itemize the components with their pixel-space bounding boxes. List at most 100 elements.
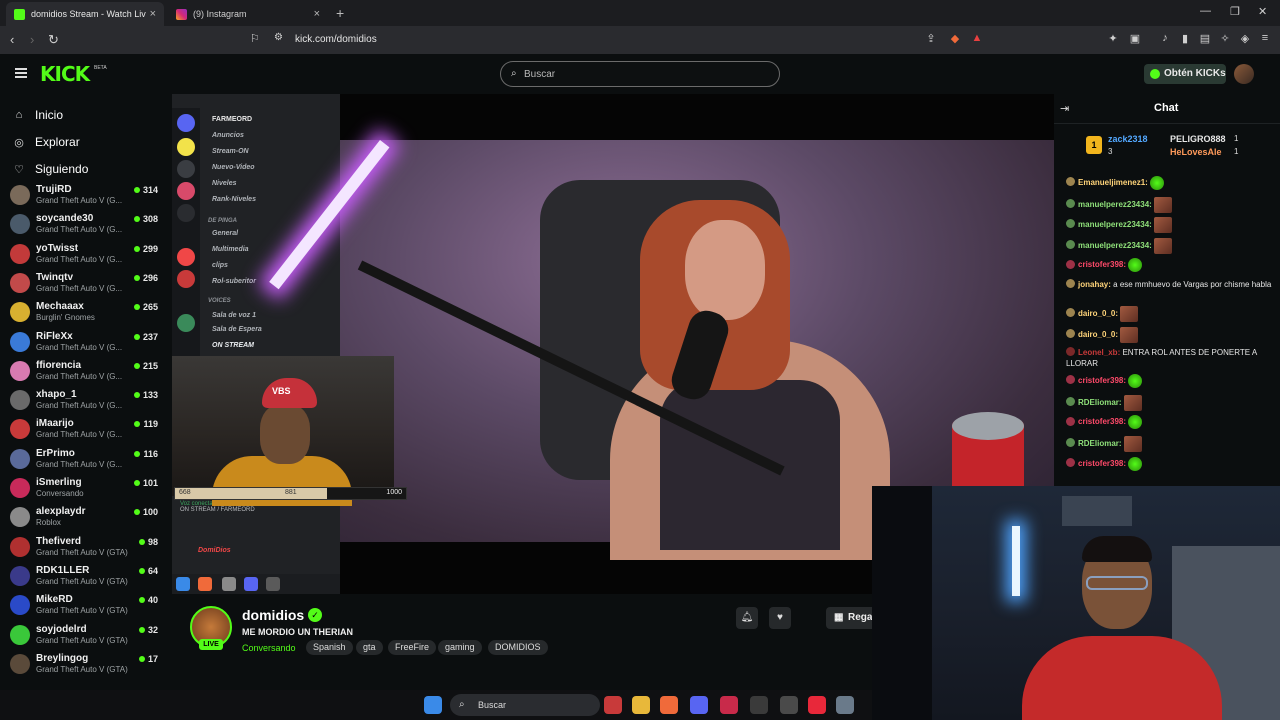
chat-username[interactable]: RDEliomar: [1078,398,1122,407]
discord-icon[interactable] [690,696,708,714]
discord-channel: clips [212,262,228,269]
notifications-button[interactable]: 🔔︎ [736,607,758,629]
follow-button[interactable]: ♥ [769,607,791,629]
search-input[interactable]: ⌕ Buscar [500,61,780,87]
sidebar-channel[interactable]: RDK1LLER Grand Theft Auto V (GTA) 64 [10,562,162,591]
collapse-chat-icon[interactable]: ⇥ [1060,102,1069,115]
reload-icon[interactable]: ↻ [48,32,59,48]
app-icon[interactable] [780,696,798,714]
bookmark-icon[interactable]: ⚐ [250,32,260,45]
tag[interactable]: FreeFire [388,640,437,655]
tag[interactable]: DOMIDIOS [488,640,548,655]
sidebar-channel[interactable]: Twinqtv Grand Theft Auto V (G... 296 [10,269,162,298]
monitor [872,486,932,720]
chat-username[interactable]: cristofer398: [1078,261,1126,270]
emote-icon [1128,258,1143,273]
kick-logo[interactable]: KICK [40,62,90,86]
tag[interactable]: Spanish [306,640,353,655]
extensions-icon[interactable]: ✦ [1106,32,1120,46]
tab-instagram[interactable]: (9) Instagram × [168,2,328,26]
sidebar-channel[interactable]: alexplaydr Roblox 100 [10,503,162,532]
viewer-count: 116 [134,449,158,459]
channel-game: Grand Theft Auto V (G... [36,254,123,264]
chat-username[interactable]: dairo_0_0: [1078,309,1118,318]
channel-avatar [10,243,30,264]
app-icon[interactable] [720,696,738,714]
tag[interactable]: gta [356,640,383,655]
leaderboard-name[interactable]: zack2318 [1108,134,1148,144]
new-tab-button[interactable]: + [336,5,344,21]
sidebar-channel[interactable]: Thefiverd Grand Theft Auto V (GTA) 98 [10,533,162,562]
chat-username[interactable]: manuelperez23434: [1078,220,1152,229]
chat-username[interactable]: Leonel_xb: [1078,348,1120,357]
leo-icon[interactable]: ✧ [1218,32,1232,46]
maximize-icon[interactable]: ❐ [1230,5,1240,18]
forward-icon[interactable]: › [30,32,34,47]
site-settings-icon[interactable]: ⚙ [274,32,283,43]
sidebar-channel[interactable]: Breylingog Grand Theft Auto V (GTA) 17 [10,650,162,679]
sidebar-channel[interactable]: iMaarijo Grand Theft Auto V (G... 119 [10,415,162,444]
opera-icon[interactable] [808,696,826,714]
leaderboard-name[interactable]: HeLovesAle [1170,147,1222,157]
music-icon[interactable]: ♪ [1158,32,1172,46]
chat-username[interactable]: cristofer398: [1078,418,1126,427]
start-icon[interactable] [424,696,442,714]
app-icon[interactable] [750,696,768,714]
progress-fill [175,488,328,499]
chat-username[interactable]: Emanueljimenez1: [1078,178,1148,187]
tag[interactable]: gaming [438,640,482,655]
taskbar-search[interactable]: ⌕ Buscar [450,694,600,716]
sidebar-channel[interactable]: soycande30 Grand Theft Auto V (G... 308 [10,210,162,239]
channel-name[interactable]: domidios [242,607,304,623]
screenshot-icon[interactable]: ▣ [1128,32,1142,46]
sidebar-channel[interactable]: iSmerling Conversando 101 [10,474,162,503]
menu-icon[interactable]: ≡ [1258,32,1272,46]
channel-avatar [10,565,30,586]
chat-username[interactable]: cristofer398: [1078,376,1126,385]
sidebar-item-siguiendo[interactable]: ♡ Siguiendo [13,162,88,176]
sidebar-channel[interactable]: ErPrimo Grand Theft Auto V (G... 116 [10,445,162,474]
close-tab-icon[interactable]: × [150,8,156,20]
stream-category[interactable]: Conversando [242,643,296,653]
sidebar-channel[interactable]: ffiorencia Grand Theft Auto V (G... 215 [10,357,162,386]
url-field[interactable]: kick.com/domidios [295,34,377,45]
brave-icon[interactable] [660,696,678,714]
tab-kick[interactable]: domidios Stream - Watch Liv × [6,2,164,26]
get-kicks-button[interactable]: Obtén KICKs [1144,64,1226,84]
user-badge-icon [1066,279,1075,288]
vpn-icon[interactable]: ◈ [1238,32,1252,46]
chat-username[interactable]: manuelperez23434: [1078,241,1152,250]
chat-username[interactable]: dairo_0_0: [1078,330,1118,339]
user-avatar[interactable] [1234,64,1254,84]
app-icon[interactable] [604,696,622,714]
sidebar-channel[interactable]: xhapo_1 Grand Theft Auto V (G... 133 [10,386,162,415]
channel-name: RiFleXx [36,330,73,342]
hamburger-menu-icon[interactable] [15,68,27,78]
chat-username[interactable]: manuelperez23434: [1078,200,1152,209]
sidebar-channel[interactable]: Mechaaax Burglin' Gnomes 265 [10,298,162,327]
close-tab-icon[interactable]: × [314,8,320,20]
sidebar-channel[interactable]: RiFleXx Grand Theft Auto V (G... 237 [10,328,162,357]
chat-username[interactable]: RDEliomar: [1078,439,1122,448]
close-window-icon[interactable]: ✕ [1258,5,1267,18]
leaderboard-name[interactable]: PELIGRO888 [1170,134,1226,144]
chat-username[interactable]: jonahay: [1078,280,1111,289]
sidebar-item-inicio[interactable]: ⌂ Inicio [13,108,63,122]
minimize-icon[interactable]: — [1200,5,1211,17]
brave-shield-icon[interactable]: ◆ [948,32,962,46]
sidebar-toggle-icon[interactable]: ▮ [1178,32,1192,46]
stream-info: LIVE domidios ✓ ME MORDIO UN THERIAN Con… [172,594,926,686]
chat-username[interactable]: cristofer398: [1078,459,1126,468]
sidebar-channel[interactable]: soyjodelrd Grand Theft Auto V (GTA) 32 [10,621,162,650]
rewards-icon[interactable]: ▲ [970,32,984,46]
sidebar-channel[interactable]: MikeRD Grand Theft Auto V (GTA) 40 [10,591,162,620]
back-icon[interactable]: ‹ [10,32,14,47]
share-icon[interactable]: ⇪ [924,32,938,46]
sidebar-channel[interactable]: yoTwisst Grand Theft Auto V (G... 299 [10,240,162,269]
wallet-icon[interactable]: ▤ [1198,32,1212,46]
folder-icon[interactable] [632,696,650,714]
sidebar-channel[interactable]: TrujiRD Grand Theft Auto V (G... 314 [10,181,162,210]
sidebar-item-explorar[interactable]: ◎ Explorar [13,135,80,149]
settings-icon[interactable] [836,696,854,714]
chat-message: jonahay: a ese mmhuevo de Vargas por chi… [1066,279,1274,290]
